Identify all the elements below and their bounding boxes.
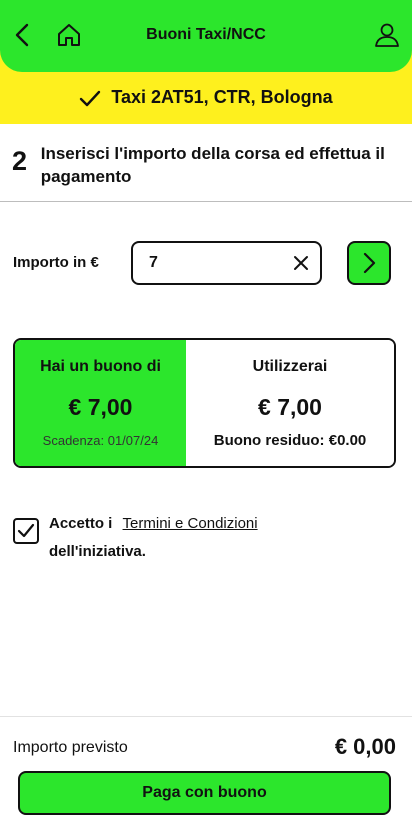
selected-taxi-label: Taxi 2AT51, CTR, Bologna bbox=[111, 87, 333, 107]
user-icon bbox=[375, 23, 399, 47]
page-title: Buoni Taxi/NCC bbox=[146, 26, 266, 43]
confirm-amount-button[interactable] bbox=[347, 241, 391, 285]
step-instructions: Inserisci l'importo della corsa ed effet… bbox=[40, 144, 385, 186]
pay-with-voucher-button[interactable]: Paga con buono bbox=[18, 771, 391, 815]
expected-amount-label: Importo previsto bbox=[13, 739, 128, 756]
voucher-available-amount: € 7,00 bbox=[68, 394, 133, 420]
app-header: Buoni Taxi/NCC bbox=[0, 0, 412, 72]
voucher-expiry: Scadenza: 01/07/24 bbox=[42, 433, 159, 448]
check-icon bbox=[79, 90, 101, 108]
amount-row: Importo in € bbox=[0, 240, 412, 286]
terms-link[interactable]: Termini e Condizioni bbox=[123, 515, 258, 532]
voucher-available-caption: Hai un buono di bbox=[40, 358, 161, 375]
check-icon bbox=[17, 523, 35, 538]
terms-text: Accetto i Termini e Condizioni dell'iniz… bbox=[49, 510, 389, 566]
amount-label: Importo in € bbox=[13, 254, 99, 271]
payment-footer: Importo previsto € 0,00 Paga con buono bbox=[0, 716, 412, 827]
clear-amount-button[interactable] bbox=[292, 254, 310, 272]
voucher-remaining: Buono residuo: €0.00 bbox=[213, 432, 367, 449]
voucher-summary: Hai un buono di € 7,00 Scadenza: 01/07/2… bbox=[13, 338, 396, 468]
close-icon bbox=[294, 256, 308, 270]
terms-suffix: dell'iniziativa. bbox=[49, 543, 146, 560]
terms-prefix: Accetto i bbox=[49, 515, 113, 532]
voucher-usage-caption: Utilizzerai bbox=[252, 358, 328, 375]
terms-checkbox[interactable] bbox=[13, 518, 39, 544]
voucher-usage-panel: Utilizzerai € 7,00 Buono residuo: €0.00 bbox=[186, 340, 394, 466]
voucher-usage-amount: € 7,00 bbox=[258, 394, 322, 420]
amount-field bbox=[131, 241, 322, 285]
step-number: 2 bbox=[12, 146, 28, 176]
voucher-available-panel: Hai un buono di € 7,00 Scadenza: 01/07/2… bbox=[15, 340, 186, 466]
step-header: 2 Inserisci l'importo della corsa ed eff… bbox=[0, 124, 412, 202]
profile-button[interactable] bbox=[370, 18, 404, 52]
amount-input[interactable] bbox=[149, 252, 279, 274]
chevron-right-icon bbox=[363, 252, 376, 274]
expected-amount-value: € 0,00 bbox=[334, 734, 396, 759]
